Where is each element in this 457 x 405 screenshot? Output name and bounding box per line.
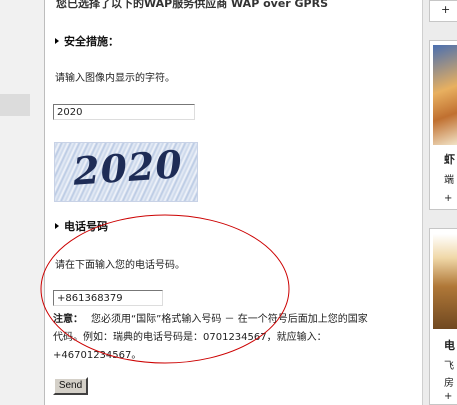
note-line-1: 您必须用“国际”格式输入号码 － 在一个符号后面加上您的国家 — [91, 314, 368, 325]
bullet-icon — [55, 38, 59, 44]
plus-icon[interactable]: + — [444, 391, 452, 402]
note-label: 注意： — [53, 314, 83, 325]
right-panel-promo-2: 电 飞 房 + — [429, 228, 457, 405]
captcha-input[interactable]: 2020 — [53, 104, 195, 120]
plus-icon[interactable]: + — [441, 3, 450, 16]
promo-text-2b: 房 — [444, 378, 454, 389]
phone-section-title: 电话号码 — [64, 220, 108, 233]
security-instruction: 请输入图像内显示的字符。 — [55, 73, 175, 84]
promo-title-2[interactable]: 电 — [444, 337, 455, 353]
right-panel-promo-1: 虾 端 + — [429, 40, 457, 210]
captcha-image-text: 2020 — [71, 142, 185, 194]
promo-title-1[interactable]: 虾 — [444, 151, 455, 167]
bullet-icon — [55, 223, 59, 229]
annotation-ellipse — [40, 214, 290, 364]
promo-text-2a: 飞 — [444, 361, 454, 372]
send-button[interactable]: Send — [53, 377, 88, 395]
promo-image-2[interactable] — [433, 234, 457, 329]
right-panel-top: + — [429, 0, 457, 22]
security-section-title: 安全措施： — [64, 35, 119, 48]
phone-instruction: 请在下面输入您的电话号码。 — [55, 260, 185, 271]
content-divider — [44, 0, 45, 405]
note-line-2: 代码。例如：瑞典的电话号码是：0701234567，就应输入： — [53, 332, 327, 343]
note-line-3: +46701234567。 — [53, 350, 142, 361]
left-nav-tab[interactable] — [0, 94, 30, 116]
left-gutter — [0, 0, 44, 405]
provider-notice: 您已选择了以下的WAP服务供应商 WAP over GPRS — [56, 0, 329, 10]
promo-image-1[interactable] — [433, 45, 457, 145]
captcha-image: 2020 — [54, 142, 198, 202]
phone-number-input[interactable]: +861368379 — [53, 290, 163, 306]
plus-icon[interactable]: + — [444, 193, 452, 204]
promo-text-1: 端 — [444, 175, 454, 186]
